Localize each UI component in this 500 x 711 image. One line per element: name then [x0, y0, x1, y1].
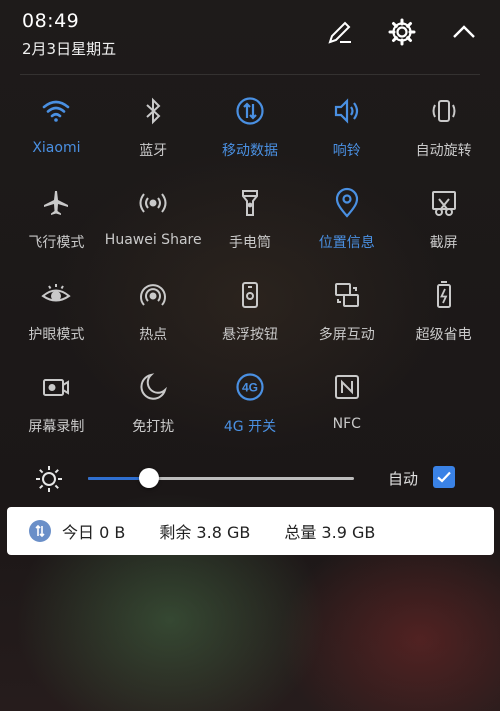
tile-label: 截屏 — [429, 235, 458, 251]
brightness-row: 自动 — [0, 458, 500, 500]
edit-icon[interactable] — [326, 18, 354, 46]
tile-label: 热点 — [139, 327, 168, 343]
tile-screen-record[interactable]: 屏幕录制 — [8, 366, 105, 458]
tile-label: 移动数据 — [221, 143, 278, 159]
screen-record-icon — [39, 370, 73, 404]
tile-label: 4G 开关 — [223, 419, 277, 435]
tile-auto-rotate[interactable]: 自动旋转 — [395, 90, 492, 182]
status-bar: 08:49 2月3日星期五 — [22, 10, 116, 59]
location-icon — [330, 186, 364, 220]
tile-ring[interactable]: 响铃 — [298, 90, 395, 182]
tile-label: NFC — [332, 416, 361, 432]
battery-saver-icon — [427, 278, 461, 312]
mobile-data-usage-icon — [29, 520, 51, 542]
tile-nfc[interactable]: NFC — [298, 366, 395, 458]
ring-icon — [330, 94, 364, 128]
data-today: 今日 0 B — [62, 523, 126, 542]
flashlight-icon — [233, 186, 267, 220]
auto-brightness-label: 自动 — [388, 470, 419, 488]
tile-label: 手电筒 — [228, 235, 271, 251]
tile-flashlight[interactable]: 手电筒 — [202, 182, 299, 274]
tile-airplane[interactable]: 飞行模式 — [8, 182, 105, 274]
eye-comfort-icon — [39, 278, 73, 312]
tile-location[interactable]: 位置信息 — [298, 182, 395, 274]
tile-label: 位置信息 — [318, 235, 375, 251]
multi-screen-icon — [330, 278, 364, 312]
chevron-up-icon[interactable] — [450, 18, 478, 46]
tile-label: 屏幕录制 — [28, 419, 85, 435]
tile-label: Xiaomi — [32, 140, 81, 156]
mobile-data-icon — [233, 94, 267, 128]
auto-brightness-checkbox[interactable] — [433, 466, 455, 488]
data-usage-bar[interactable]: 今日 0 B 剩余 3.8 GB 总量 3.9 GB — [7, 507, 494, 555]
data-total: 总量 3.9 GB — [284, 523, 376, 542]
huawei-share-icon — [136, 186, 170, 220]
4g-icon: 4G — [233, 370, 267, 404]
gear-icon[interactable] — [388, 18, 416, 46]
tile-wifi[interactable]: Xiaomi — [8, 90, 105, 182]
tile-label: 悬浮按钮 — [221, 327, 278, 343]
tile-label: 多屏互动 — [318, 327, 375, 343]
brightness-slider[interactable] — [88, 468, 354, 488]
clock: 08:49 — [22, 10, 80, 32]
tile-label: Huawei Share — [104, 232, 202, 248]
brightness-icon — [34, 464, 64, 494]
tile-multi-screen[interactable]: 多屏互动 — [298, 274, 395, 366]
brightness-slider-thumb[interactable] — [139, 468, 160, 488]
tile-bluetooth[interactable]: 蓝牙 — [105, 90, 202, 182]
divider — [20, 74, 480, 75]
tile-floating-button[interactable]: 悬浮按钮 — [202, 274, 299, 366]
tile-label: 超级省电 — [415, 327, 472, 343]
tile-battery-saver[interactable]: 超级省电 — [395, 274, 492, 366]
auto-rotate-icon — [427, 94, 461, 128]
hotspot-icon — [136, 278, 170, 312]
wifi-icon — [39, 94, 73, 128]
tile-do-not-disturb[interactable]: 免打扰 — [105, 366, 202, 458]
tile-label: 自动旋转 — [415, 143, 472, 159]
tile-hotspot[interactable]: 热点 — [105, 274, 202, 366]
data-remaining: 剩余 3.8 GB — [159, 523, 251, 542]
date: 2月3日星期五 — [22, 40, 117, 58]
svg-text:4G: 4G — [242, 381, 258, 395]
tile-label: 蓝牙 — [139, 143, 168, 159]
tile-4g[interactable]: 4G 4G 开关 — [202, 366, 299, 458]
floating-button-icon — [233, 278, 267, 312]
checkmark-icon — [437, 471, 451, 483]
bluetooth-icon — [136, 94, 170, 128]
tile-eye-comfort[interactable]: 护眼模式 — [8, 274, 105, 366]
tile-label: 护眼模式 — [28, 327, 85, 343]
tile-huawei-share[interactable]: Huawei Share — [105, 182, 202, 274]
tile-label: 飞行模式 — [28, 235, 85, 251]
tile-label: 响铃 — [332, 143, 361, 159]
airplane-icon — [39, 186, 73, 220]
do-not-disturb-icon — [136, 370, 170, 404]
tile-screenshot[interactable]: 截屏 — [395, 182, 492, 274]
tile-label: 免打扰 — [132, 419, 175, 435]
tile-mobile-data[interactable]: 移动数据 — [202, 90, 299, 182]
quick-settings-grid: Xiaomi 蓝牙 移动数据 响铃 自动旋转 飞行模式 Huawei Share… — [8, 90, 492, 458]
header-actions — [326, 18, 478, 46]
nfc-icon — [330, 370, 364, 404]
screenshot-icon — [427, 186, 461, 220]
